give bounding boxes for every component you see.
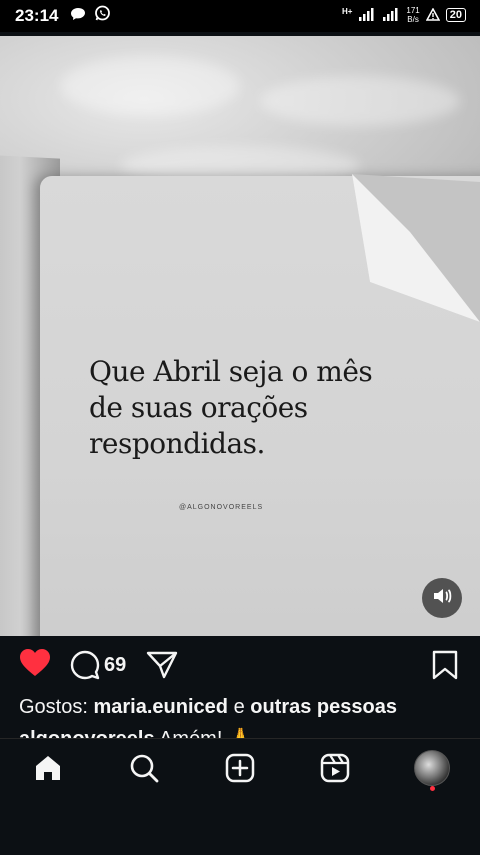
volume-icon: [432, 587, 452, 610]
notification-dot: [430, 786, 435, 791]
home-icon: [36, 756, 60, 780]
sound-toggle-button[interactable]: [422, 578, 462, 618]
likes-others[interactable]: outras pessoas: [250, 696, 397, 718]
whatsapp-icon: [94, 5, 111, 27]
network-type: H+: [341, 6, 353, 16]
page-corner-fold: [352, 174, 480, 322]
speed-unit: B/s: [407, 15, 419, 24]
post-actions: 69: [0, 648, 480, 684]
caption-username[interactable]: algonovoreels: [19, 728, 155, 738]
battery-icon: 20: [445, 8, 466, 22]
post-media[interactable]: Que Abril seja o mês de suas orações res…: [0, 36, 480, 636]
nav-home[interactable]: [28, 751, 68, 785]
likes-prefix: Gostos:: [19, 696, 88, 718]
alert-icon: [425, 6, 441, 23]
likes-summary[interactable]: Gostos: maria.euniced e outras pessoas: [19, 696, 397, 719]
comment-count[interactable]: 69: [104, 654, 126, 677]
nav-create[interactable]: [220, 751, 260, 785]
quote-text: Que Abril seja o mês de suas orações res…: [89, 355, 373, 460]
share-button[interactable]: [146, 651, 178, 684]
bottom-navigation: [0, 738, 480, 855]
signal-icon-2: [382, 7, 400, 23]
reels-icon: [320, 753, 350, 783]
speed-value: 171: [406, 6, 420, 15]
battery-level: 20: [449, 9, 462, 21]
send-icon: [146, 651, 178, 679]
comment-icon: [70, 650, 100, 680]
network-speed: 171 B/s: [406, 6, 419, 24]
heart-icon: [20, 649, 50, 676]
post-caption[interactable]: algonovoreels Amém! 🙏: [19, 726, 253, 738]
like-button[interactable]: [19, 648, 51, 683]
likes-connector: e: [233, 696, 245, 718]
bookmark-icon: [432, 650, 458, 680]
watermark: @ALGONOVOREELS: [179, 504, 264, 511]
save-button[interactable]: [432, 650, 458, 685]
profile-avatar: [414, 750, 450, 786]
caption-text: Amém! 🙏: [159, 728, 253, 738]
chat-bubble-icon: [70, 7, 86, 26]
liked-by-user[interactable]: maria.euniced: [93, 696, 228, 718]
comment-button[interactable]: [70, 650, 100, 685]
create-icon: [225, 753, 255, 783]
signal-icon: [358, 7, 376, 23]
nav-search[interactable]: [124, 751, 164, 785]
nav-profile[interactable]: [412, 750, 452, 786]
search-icon: [130, 754, 159, 783]
status-time: 23:14: [15, 6, 59, 25]
status-bar: 23:14 H+ 171 B/s 20: [0, 0, 480, 32]
nav-reels[interactable]: [315, 751, 355, 785]
